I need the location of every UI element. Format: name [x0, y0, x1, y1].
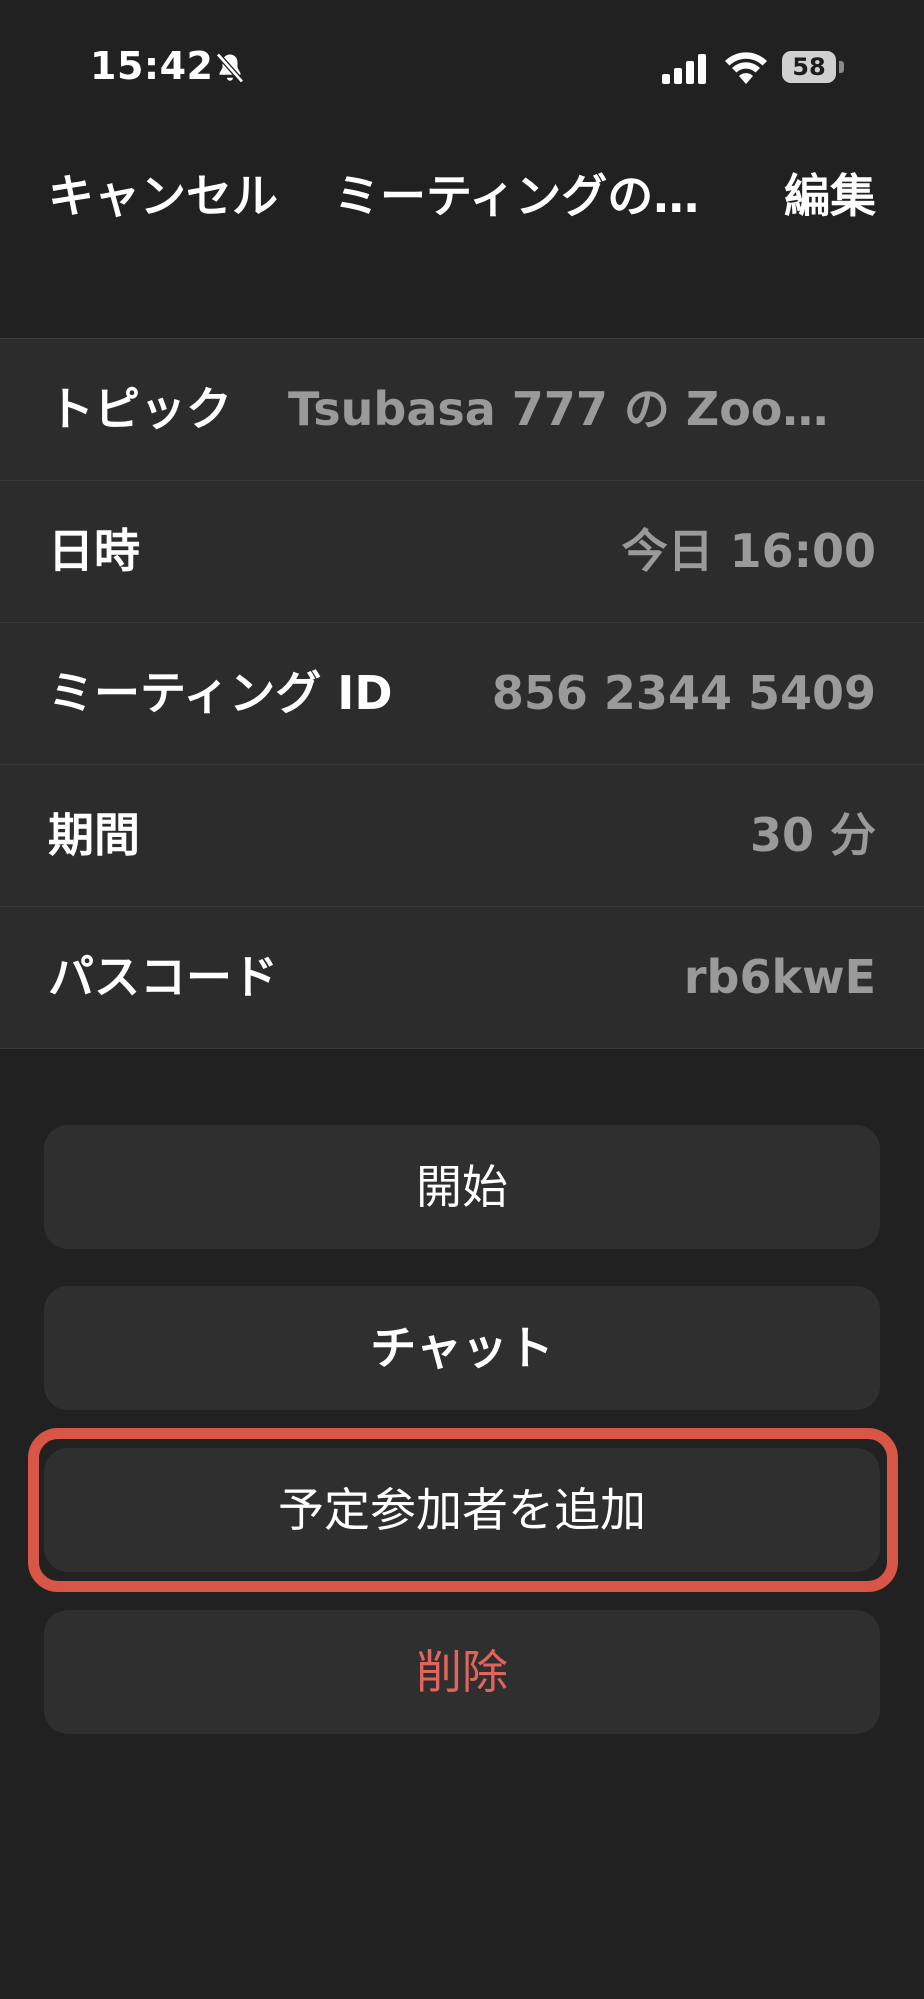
- cancel-button[interactable]: キャンセル: [48, 160, 278, 226]
- detail-row-datetime: 日時 今日 16:00: [0, 481, 924, 623]
- nav-bar: キャンセル ミーティングの… 編集: [0, 150, 924, 230]
- page-title: ミーティングの…: [334, 169, 700, 223]
- wifi-icon: [725, 52, 767, 84]
- detail-row-passcode: パスコード rb6kwE: [0, 907, 924, 1048]
- start-button[interactable]: 開始: [44, 1125, 880, 1249]
- datetime-label: 日時: [48, 524, 140, 578]
- edit-button[interactable]: 編集: [784, 160, 876, 226]
- status-bar: 15:42 58: [0, 0, 924, 140]
- passcode-label: パスコード: [48, 950, 278, 1004]
- status-time: 15:42: [90, 44, 214, 88]
- meeting-id-value: 856 2344 5409: [491, 666, 876, 720]
- duration-value: 30 分: [749, 808, 876, 862]
- detail-row-topic: トピック Tsubasa 777 の Zoom...: [0, 339, 924, 481]
- detail-row-duration: 期間 30 分: [0, 765, 924, 907]
- duration-label: 期間: [48, 808, 140, 862]
- highlight-frame: [28, 1428, 898, 1592]
- detail-row-meeting-id: ミーティング ID 856 2344 5409: [0, 623, 924, 765]
- meeting-details-list: トピック Tsubasa 777 の Zoom... 日時 今日 16:00 ミ…: [0, 338, 924, 1049]
- passcode-value: rb6kwE: [683, 950, 876, 1004]
- silent-bell-icon: [216, 52, 244, 84]
- datetime-value: 今日 16:00: [621, 524, 876, 578]
- battery-level: 58: [792, 53, 826, 81]
- battery-icon: 58: [782, 51, 844, 83]
- battery-tip: [839, 61, 844, 73]
- topic-label: トピック: [48, 382, 232, 436]
- meeting-id-label: ミーティング ID: [48, 666, 393, 720]
- chat-button[interactable]: チャット: [44, 1286, 880, 1410]
- signal-icon: [662, 54, 706, 84]
- topic-value: Tsubasa 777 の Zoom...: [288, 382, 876, 436]
- delete-button[interactable]: 削除: [44, 1610, 880, 1734]
